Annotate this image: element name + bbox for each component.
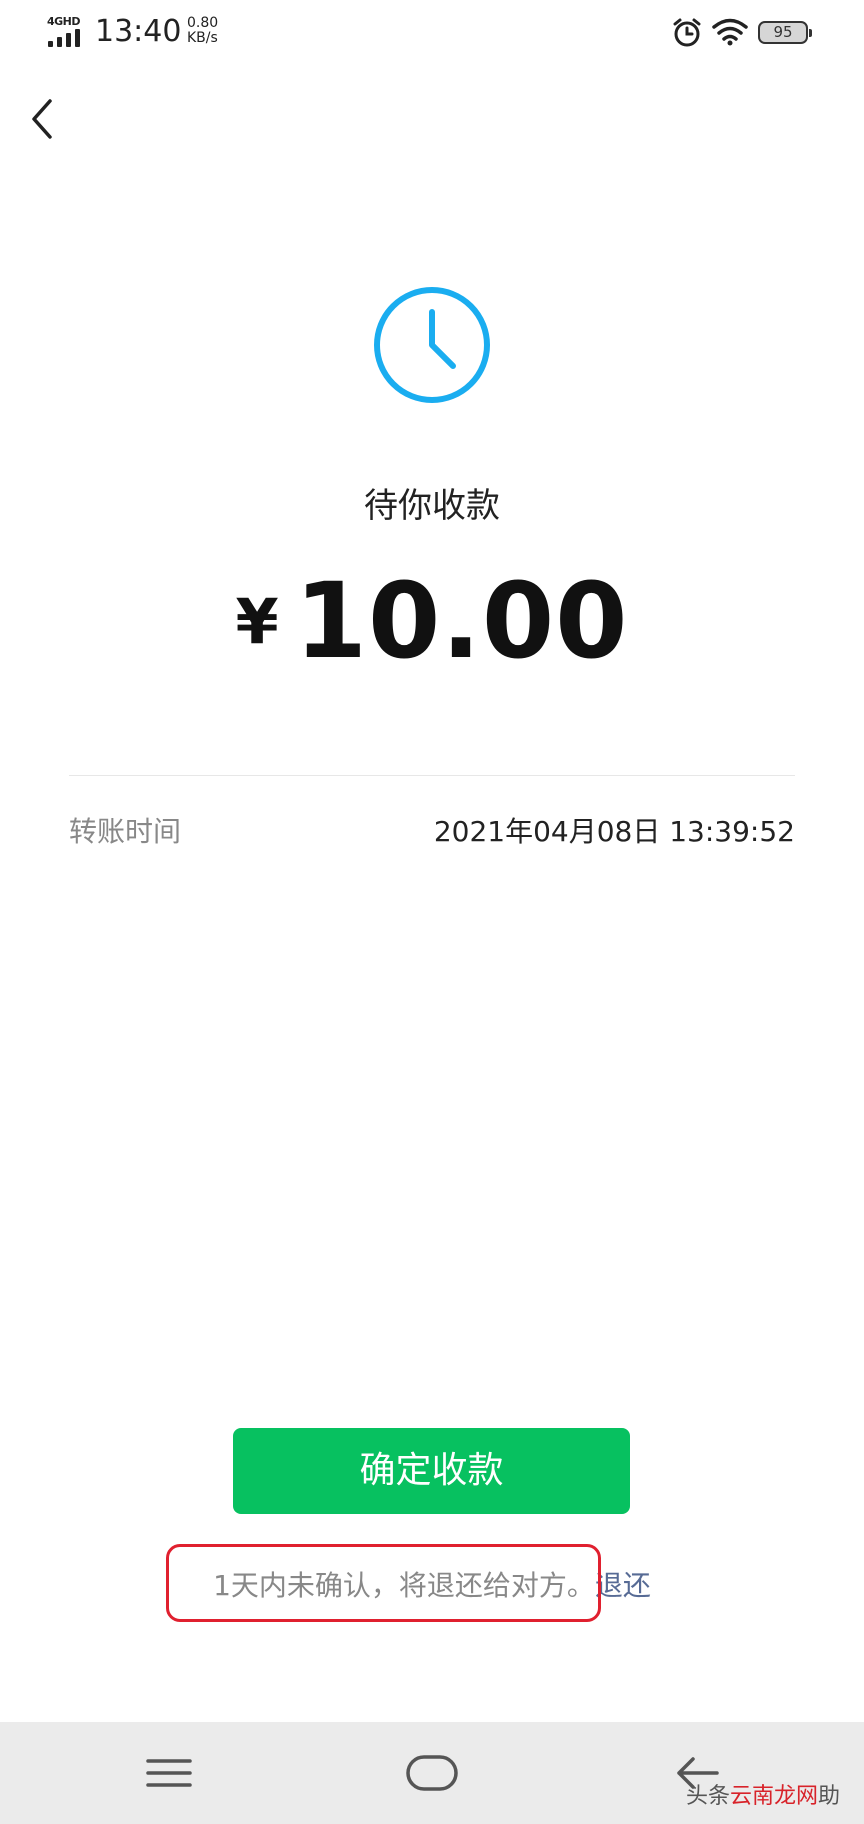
transfer-status-title: 待你收款	[364, 486, 500, 526]
back-arrow-icon[interactable]	[22, 95, 66, 145]
status-time: 13:40	[95, 14, 182, 49]
network-speed-unit: KB/s	[187, 30, 218, 46]
status-bar: 4GHD 13:40 0.80 KB/s 95	[0, 0, 864, 66]
menu-icon[interactable]	[129, 1746, 209, 1800]
signal-bars-icon	[48, 29, 84, 47]
signal-indicator: 4GHD	[47, 15, 87, 49]
confirm-receipt-button[interactable]: 确定收款	[233, 1428, 630, 1514]
highlight-annotation	[166, 1544, 601, 1622]
clock-icon	[374, 287, 490, 403]
watermark-highlight: 云南龙网	[730, 1784, 819, 1809]
watermark-suffix: 助	[818, 1784, 841, 1809]
transfer-time-label: 转账时间	[69, 815, 182, 848]
watermark: 头条云南龙网助	[686, 1778, 840, 1810]
home-icon[interactable]	[392, 1746, 472, 1800]
network-speed-value: 0.80	[187, 15, 219, 31]
transfer-amount: ¥10.00	[0, 560, 864, 682]
network-type: 4GHD	[47, 15, 81, 28]
watermark-prefix: 头条	[686, 1784, 731, 1809]
battery-level: 95	[773, 23, 793, 41]
refund-link[interactable]: 退还	[595, 1569, 651, 1602]
currency-symbol: ¥	[235, 585, 279, 658]
alarm-icon	[673, 18, 701, 47]
battery-icon: 95	[758, 21, 812, 44]
network-speed: 0.80 KB/s	[187, 16, 218, 46]
wifi-icon	[712, 18, 748, 46]
transfer-time-value: 2021年04月08日 13:39:52	[433, 815, 795, 848]
divider	[69, 775, 795, 776]
amount-value: 10.00	[294, 560, 629, 682]
